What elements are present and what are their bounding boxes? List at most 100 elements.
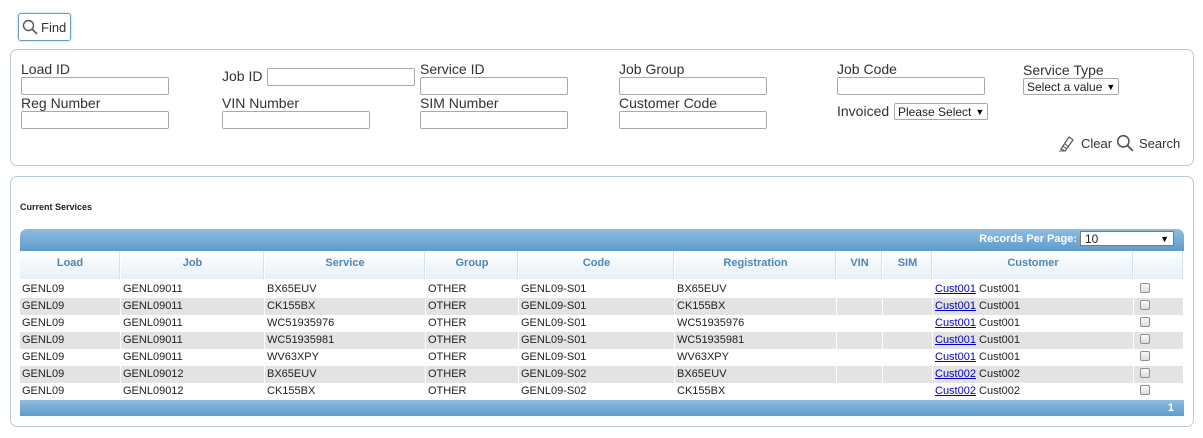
row-checkbox[interactable] [1140,385,1150,396]
cell-load: GENL09 [20,366,121,383]
magnifier-icon [22,19,38,35]
load-id-input[interactable] [21,77,169,95]
table-row: GENL09 GENL09011 BX65EUV OTHER GENL09-S0… [20,281,1184,298]
cell-vin [837,383,883,400]
cell-sim [883,332,933,349]
magnifier-icon [1116,134,1134,152]
job-code-input[interactable] [837,77,985,95]
clear-button-label: Clear [1081,135,1113,151]
cell-customer: Cust001 Cust001 [933,281,1134,298]
column-header-code[interactable]: Code [519,251,675,279]
column-header-registration[interactable]: Registration [675,251,837,279]
customer-link[interactable]: Cust001 [935,351,976,363]
cell-service: WC51935976 [267,317,335,329]
row-checkbox[interactable] [1140,334,1150,345]
cell-vin [837,281,883,298]
cell-vin [837,298,883,315]
cell-load: GENL09 [20,332,121,349]
caret-down-icon: ▼ [1160,233,1169,244]
row-checkbox[interactable] [1140,368,1150,379]
column-header-group[interactable]: Group [426,251,519,279]
reg-number-label: Reg Number [21,95,101,111]
cell-select [1134,298,1184,315]
row-checkbox[interactable] [1140,351,1150,362]
column-header-customer[interactable]: Customer [933,251,1134,279]
column-header-sim[interactable]: SIM [883,251,933,279]
cell-select [1134,315,1184,332]
cell-registration: WV63XPY [677,351,729,363]
cell-sim [883,315,933,332]
cell-code: GENL09-S02 [519,366,675,383]
customer-link[interactable]: Cust001 [935,283,976,295]
job-group-label: Job Group [619,61,685,77]
customer-link[interactable]: Cust001 [935,334,976,346]
cell-sim [883,281,933,298]
cell-job: GENL09011 [123,351,183,363]
reg-number-input[interactable] [21,111,169,129]
cell-sim [883,366,933,383]
clear-button[interactable]: Clear [1058,134,1112,152]
customer-code-input[interactable] [619,111,767,129]
service-id-input[interactable] [420,77,568,95]
cell-select [1134,383,1184,400]
customer-link[interactable]: Cust002 [935,385,976,397]
row-checkbox[interactable] [1140,283,1150,294]
customer-name: Cust001 [979,317,1021,329]
column-header-service[interactable]: Service [265,251,426,279]
cell-vin [837,315,883,332]
cell-registration: BX65EUV [677,283,727,295]
cell-sim [883,383,933,400]
sim-number-input[interactable] [420,111,568,129]
customer-name: Cust001 [979,283,1021,295]
vin-number-input[interactable] [222,111,370,129]
cell-select [1134,366,1184,383]
cell-group: OTHER [426,332,519,349]
customer-link[interactable]: Cust002 [935,368,976,380]
customer-name: Cust002 [979,385,1021,397]
cell-load: GENL09 [22,351,65,363]
table-row: GENL09 GENL09012 CK155BX OTHER GENL09-S0… [20,383,1184,400]
job-id-input[interactable] [267,68,415,86]
cell-load: GENL09 [22,283,65,295]
customer-name: Cust001 [979,351,1021,363]
column-header-load[interactable]: Load [20,251,121,279]
cell-group: OTHER [428,283,467,295]
customer-link[interactable]: Cust001 [935,300,976,312]
records-per-page-select[interactable]: 10 ▼ [1080,231,1174,246]
row-checkbox[interactable] [1140,300,1150,311]
cell-service: WV63XPY [267,351,319,363]
cell-select [1134,281,1184,298]
table-row: GENL09 GENL09011 WC51935976 OTHER GENL09… [20,315,1184,332]
job-group-input[interactable] [619,77,767,95]
cell-code: GENL09-S01 [519,298,675,315]
cell-group: OTHER [426,298,519,315]
page-number[interactable]: 1 [1168,402,1174,414]
cell-service: WC51935981 [265,332,426,349]
invoiced-value: Please Select [898,104,972,119]
row-checkbox[interactable] [1140,317,1150,328]
load-id-label: Load ID [21,61,71,77]
find-button-label: Find [41,19,67,35]
grid-header: Load Job Service Group Code Registration… [20,251,1184,279]
customer-link[interactable]: Cust001 [935,317,976,329]
section-title: Current Services [20,202,93,212]
table-row: GENL09 GENL09012 BX65EUV OTHER GENL09-S0… [20,366,1184,383]
customer-code-label: Customer Code [619,95,718,111]
cell-group: OTHER [428,351,467,363]
cell-customer: Cust002 Cust002 [933,366,1134,383]
customer-name: Cust002 [979,368,1021,380]
column-header-job[interactable]: Job [121,251,265,279]
cell-load: GENL09 [22,385,65,397]
sim-number-label: SIM Number [420,95,499,111]
cell-job: GENL09012 [121,366,265,383]
service-type-select[interactable]: Select a value ▼ [1023,78,1120,95]
find-button[interactable]: Find [18,13,71,41]
cell-group: OTHER [426,366,519,383]
cell-job: GENL09011 [123,317,183,329]
search-button[interactable]: Search [1116,134,1180,152]
invoiced-label: Invoiced [837,103,890,119]
invoiced-select[interactable]: Please Select ▼ [894,103,989,120]
cell-registration: CK155BX [675,298,837,315]
column-header-vin[interactable]: VIN [837,251,883,279]
table-row: GENL09 GENL09011 CK155BX OTHER GENL09-S0… [20,298,1184,315]
